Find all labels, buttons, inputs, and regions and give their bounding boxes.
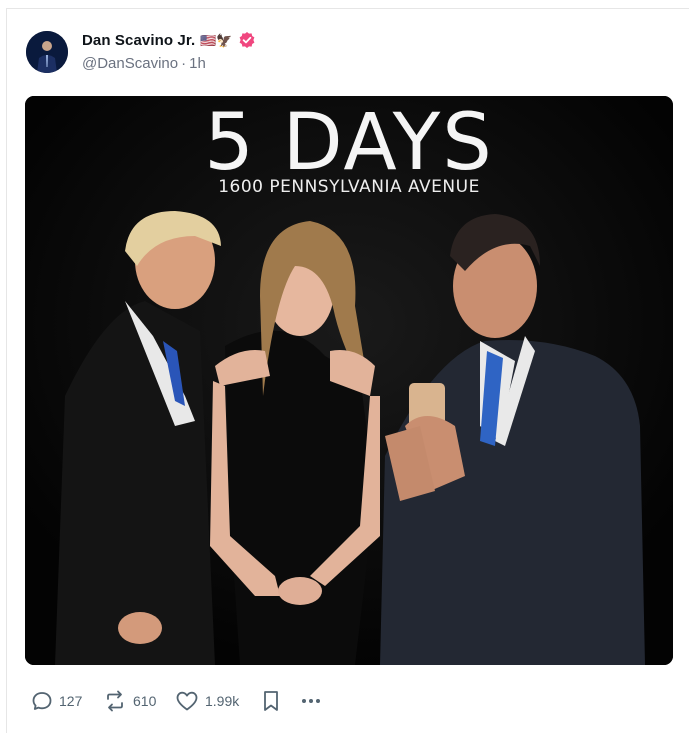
bookmark-button[interactable] (261, 689, 299, 713)
timestamp[interactable]: 1h (189, 55, 206, 72)
repost-button[interactable]: 610 (103, 690, 175, 712)
more-icon (302, 699, 320, 703)
bookmark-icon (264, 691, 278, 711)
more-options-button[interactable] (299, 690, 323, 712)
reply-button[interactable]: 127 (31, 690, 103, 712)
post-image[interactable]: 5 DAYS 1600 PENNSYLVANIA AVENUE (25, 96, 673, 665)
author-name-row: Dan Scavino Jr. 🇺🇸🦅 (82, 29, 256, 51)
repost-count: 610 (133, 693, 157, 709)
handle[interactable]: @DanScavino (82, 55, 178, 72)
flag-eagle-emojis: 🇺🇸🦅 (200, 32, 233, 48)
heart-icon (176, 691, 198, 711)
reply-icon (32, 692, 52, 710)
reply-count: 127 (59, 693, 83, 709)
display-name[interactable]: Dan Scavino Jr. (82, 32, 195, 49)
repost-icon (107, 690, 123, 712)
post-meta: @DanScavino · 1h (82, 55, 206, 72)
meta-separator: · (181, 55, 187, 72)
action-bar: 127 610 1.99k (31, 687, 323, 715)
post-card[interactable]: Dan Scavino Jr. 🇺🇸🦅 @DanScavino · 1h 5 D… (6, 8, 689, 733)
like-button[interactable]: 1.99k (175, 690, 261, 712)
verified-badge-icon (238, 31, 256, 49)
like-count: 1.99k (205, 693, 240, 709)
image-headline: 5 DAYS (204, 98, 494, 188)
image-subhead: 1600 PENNSYLVANIA AVENUE (218, 177, 480, 197)
avatar[interactable] (26, 31, 68, 73)
